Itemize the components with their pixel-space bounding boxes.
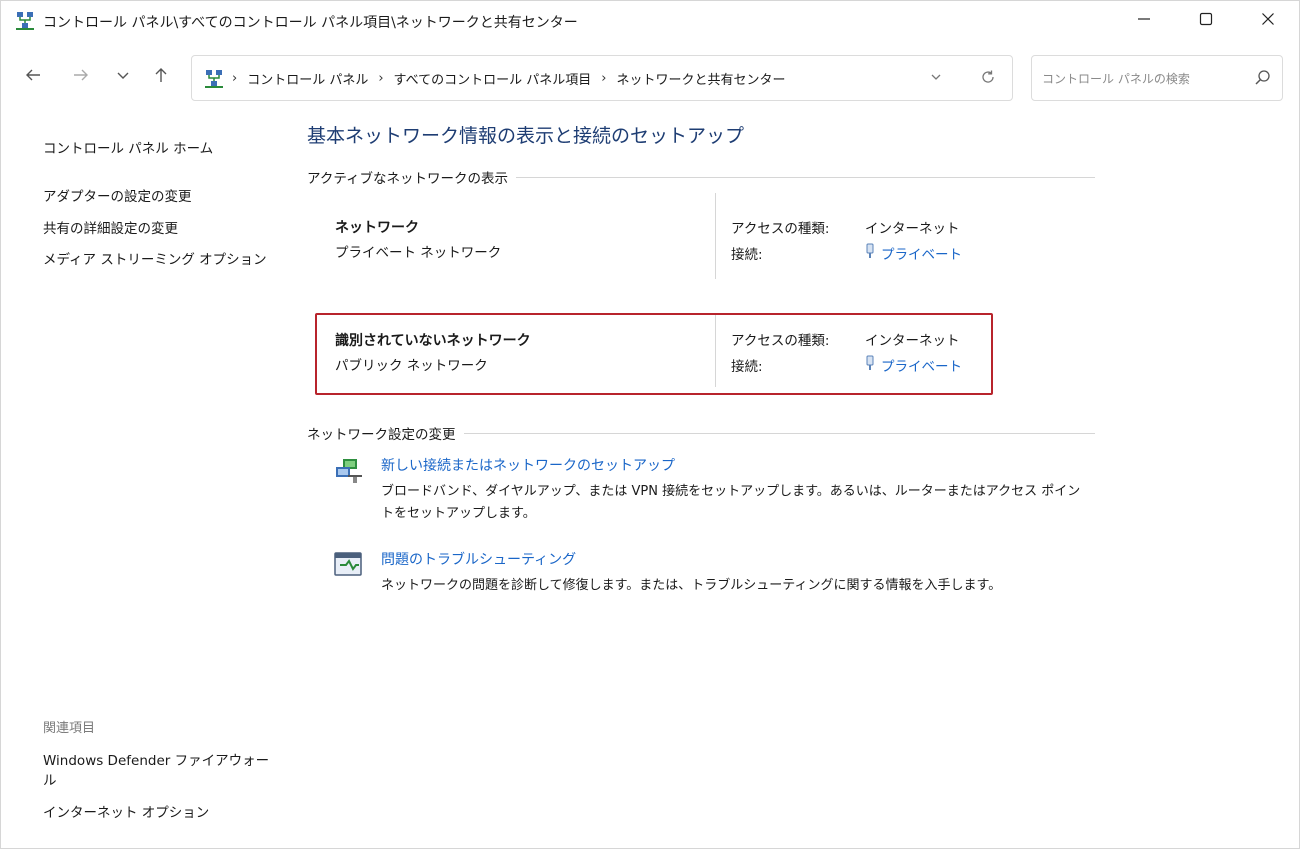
left-pane: コントロール パネル ホーム アダプターの設定の変更 共有の詳細設定の変更 メデ…	[1, 111, 291, 846]
main-content: 基本ネットワーク情報の表示と接続のセットアップ アクティブなネットワークの表示 …	[291, 111, 1299, 846]
title-bar: コントロール パネル\すべてのコントロール パネル項目\ネットワークと共有センタ…	[1, 1, 1299, 41]
navigation-bar: › コントロール パネル › すべてのコントロール パネル項目 › ネットワーク…	[1, 53, 1299, 101]
network-type: プライベート ネットワーク	[335, 245, 502, 261]
access-type-value: インターネット	[865, 333, 960, 349]
close-button[interactable]	[1237, 1, 1299, 41]
control-panel-window: コントロール パネル\すべてのコントロール パネル項目\ネットワークと共有センタ…	[0, 0, 1300, 849]
maximize-button[interactable]	[1175, 1, 1237, 41]
connection-plug-icon	[865, 355, 875, 375]
network-center-icon	[15, 11, 35, 31]
window-title: コントロール パネル\すべてのコントロール パネル項目\ネットワークと共有センタ…	[43, 15, 578, 31]
network-name: ネットワーク	[335, 220, 419, 236]
up-arrow-icon	[152, 66, 170, 88]
breadcrumb-control-panel[interactable]: コントロール パネル	[247, 69, 368, 88]
advanced-sharing-link[interactable]: 共有の詳細設定の変更	[43, 217, 178, 237]
task-description: ブロードバンド、ダイヤルアップ、または VPN 接続をセットアップします。あるい…	[381, 484, 1081, 521]
up-button[interactable]	[147, 63, 175, 91]
access-type-label: アクセスの種類:	[731, 221, 830, 237]
troubleshoot-link[interactable]: 問題のトラブルシューティング	[381, 549, 576, 569]
control-panel-home-link[interactable]: コントロール パネル ホーム	[43, 137, 213, 157]
access-type-label: アクセスの種類:	[731, 333, 830, 349]
network-center-icon	[204, 69, 224, 89]
minimize-icon	[1137, 12, 1151, 30]
network-entry: 識別されていないネットワーク パブリック ネットワーク アクセスの種類: インタ…	[317, 313, 997, 397]
refresh-icon	[980, 69, 996, 89]
connection-value: プライベート	[881, 247, 962, 263]
network-type: パブリック ネットワーク	[335, 358, 488, 374]
new-connection-icon	[333, 455, 365, 487]
page-title: 基本ネットワーク情報の表示と接続のセットアップ	[307, 125, 745, 147]
active-networks-section: アクティブなネットワークの表示	[307, 167, 1097, 187]
related-items-heading: 関連項目	[43, 721, 96, 736]
connection-plug-icon	[865, 243, 875, 263]
close-icon	[1261, 12, 1275, 30]
connection-link[interactable]: プライベート	[865, 355, 962, 375]
section-heading: ネットワーク設定の変更	[307, 423, 464, 443]
forward-button[interactable]	[67, 63, 95, 91]
refresh-button[interactable]	[976, 68, 1000, 90]
recent-chevron-icon	[116, 68, 130, 86]
internet-options-link[interactable]: インターネット オプション	[43, 803, 273, 823]
chevron-down-icon	[930, 71, 942, 87]
search-icon[interactable]	[1254, 69, 1274, 89]
back-button[interactable]	[19, 63, 47, 91]
task-description: ネットワークの問題を診断して修復します。または、トラブルシューティングに関する情…	[381, 578, 1002, 593]
network-name: 識別されていないネットワーク	[335, 333, 531, 349]
connection-value: プライベート	[881, 359, 962, 375]
search-input[interactable]	[1042, 68, 1242, 90]
connection-label: 接続:	[731, 359, 763, 375]
setup-connection-link[interactable]: 新しい接続またはネットワークのセットアップ	[381, 455, 675, 475]
address-bar[interactable]: › コントロール パネル › すべてのコントロール パネル項目 › ネットワーク…	[191, 55, 1013, 101]
breadcrumb-separator: ›	[378, 71, 384, 86]
adapter-settings-link[interactable]: アダプターの設定の変更	[43, 185, 192, 205]
breadcrumb-separator: ›	[601, 71, 607, 86]
connection-label: 接続:	[731, 247, 763, 263]
breadcrumb: › コントロール パネル › すべてのコントロール パネル項目 › ネットワーク…	[232, 69, 785, 88]
recent-locations-button[interactable]	[109, 63, 137, 91]
network-entry: ネットワーク プライベート ネットワーク アクセスの種類: インターネット 接続…	[317, 193, 997, 279]
breadcrumb-network-center[interactable]: ネットワークと共有センター	[616, 69, 785, 88]
forward-arrow-icon	[72, 66, 90, 88]
media-streaming-link[interactable]: メディア ストリーミング オプション	[43, 248, 267, 268]
access-type-value: インターネット	[865, 221, 960, 237]
back-arrow-icon	[24, 66, 42, 88]
minimize-button[interactable]	[1113, 1, 1175, 41]
change-settings-section: ネットワーク設定の変更	[307, 423, 1097, 443]
search-box	[1031, 55, 1283, 101]
address-dropdown-button[interactable]	[924, 68, 948, 90]
breadcrumb-all-items[interactable]: すべてのコントロール パネル項目	[394, 69, 592, 88]
connection-link[interactable]: プライベート	[865, 243, 962, 263]
maximize-icon	[1199, 12, 1213, 30]
vertical-divider	[715, 313, 716, 387]
firewall-link[interactable]: Windows Defender ファイアウォール	[43, 751, 273, 791]
section-heading: アクティブなネットワークの表示	[307, 167, 517, 187]
vertical-divider	[715, 193, 716, 279]
troubleshoot-icon	[333, 549, 365, 581]
breadcrumb-separator: ›	[232, 71, 238, 86]
